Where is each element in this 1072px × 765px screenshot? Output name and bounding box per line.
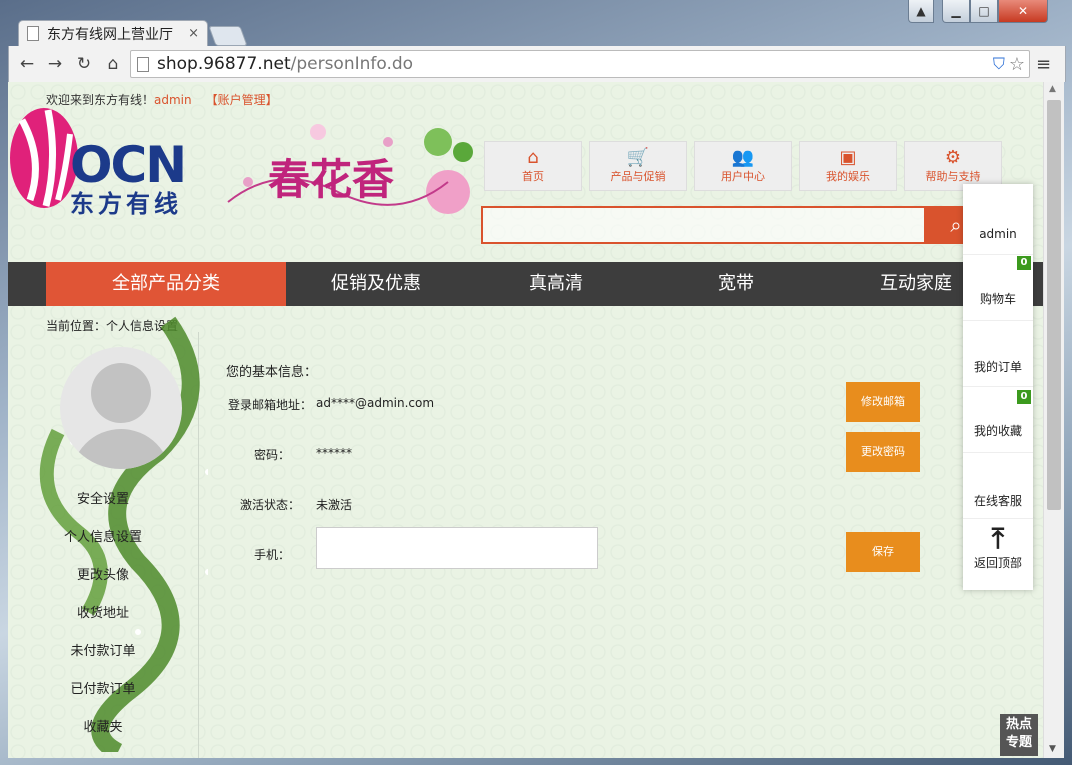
scroll-up-icon[interactable]: ▲ (1049, 84, 1056, 94)
topnav-home[interactable]: ⌂ 首页 (484, 141, 582, 191)
float-orders[interactable]: 我的订单 (963, 320, 1033, 387)
email-value: ad****@admin.com (316, 396, 435, 410)
banner-title: 春花香 (268, 155, 395, 204)
sidebar-item-change-avatar[interactable]: 更改头像 (8, 564, 198, 583)
cart-count-badge: 0 (1017, 256, 1031, 270)
avatar-head-shape (91, 363, 151, 423)
shield-icon[interactable]: ⛉ (993, 54, 1005, 74)
float-customer-service[interactable]: 在线客服 (963, 452, 1033, 519)
category-all-products[interactable]: 全部产品分类 (46, 262, 286, 306)
sidebar-item-paid-orders[interactable]: 已付款订单 (8, 678, 198, 697)
tab-title: 东方有线网上营业厅 (47, 26, 173, 43)
username-link[interactable]: admin (154, 93, 192, 107)
page-icon (27, 26, 39, 41)
new-tab-button[interactable] (208, 26, 248, 46)
reload-icon[interactable]: ↻ (73, 54, 95, 74)
account-management-link[interactable]: 【账户管理】 (206, 93, 278, 107)
hot-topic-line2: 专题 (1005, 735, 1032, 750)
address-bar[interactable]: shop.96877.net /personInfo.do ⛉ ☆ (130, 50, 1030, 78)
page-icon (137, 56, 149, 72)
window-controls: ▲ ▁ □ ✕ (908, 0, 1048, 24)
float-user[interactable]: admin (963, 184, 1033, 255)
tab-close-icon[interactable]: × (188, 26, 199, 41)
sidebar-item-address[interactable]: 收货地址 (8, 602, 198, 621)
password-value: ****** (316, 446, 352, 460)
hot-air-balloon-decoration (10, 108, 78, 208)
topnav-user-center[interactable]: 👥 用户中心 (694, 141, 792, 191)
float-favorites[interactable]: 0 我的收藏 (963, 386, 1033, 453)
close-window-button[interactable]: ✕ (998, 0, 1048, 23)
sidebar-item-unpaid-orders[interactable]: 未付款订单 (8, 640, 198, 659)
change-email-button[interactable]: 修改邮箱 (846, 382, 920, 422)
maximize-button[interactable]: □ (970, 0, 998, 23)
favorites-count-badge: 0 (1017, 390, 1031, 404)
activation-status-label: 激活状态： (239, 498, 300, 512)
topnav-products[interactable]: 🛒 产品与促销 (589, 141, 687, 191)
ocn-logo[interactable]: OCN 东方有线 (70, 136, 187, 219)
float-back-to-top[interactable]: ⤒ 返回顶部 (963, 518, 1033, 590)
page-scrollbar[interactable]: ▲ ▼ (1043, 82, 1064, 758)
category-broadband[interactable]: 宽带 (646, 262, 826, 306)
sidebar-item-favorites[interactable]: 收藏夹 (8, 716, 198, 735)
film-icon: ▣ (839, 147, 857, 168)
avatar-body-shape (71, 429, 171, 469)
welcome-bar: 欢迎来到东方有线！admin 【账户管理】 (46, 91, 278, 108)
phone-input[interactable] (316, 527, 598, 569)
bookmark-star-icon[interactable]: ☆ (1009, 54, 1025, 75)
arrow-up-icon: ⤒ (991, 522, 1005, 555)
email-label: 登录邮箱地址： (227, 398, 312, 412)
change-password-button[interactable]: 更改密码 (846, 432, 920, 472)
minimize-button[interactable]: ▁ (942, 0, 970, 23)
topnav-entertainment[interactable]: ▣ 我的娱乐 (799, 141, 897, 191)
back-arrow-icon[interactable]: ← (16, 54, 38, 74)
float-service-label: 在线客服 (973, 494, 1022, 508)
topnav-label: 用户中心 (721, 170, 765, 183)
section-title: 您的基本信息： (226, 365, 318, 380)
save-button[interactable]: 保存 (846, 532, 920, 572)
float-cart[interactable]: 0 购物车 (963, 254, 1033, 321)
forward-arrow-icon[interactable]: → (44, 54, 66, 74)
scrollbar-thumb[interactable] (1047, 100, 1061, 510)
spring-banner: 春花香 (218, 122, 478, 232)
search-icon: ⌕ (950, 213, 962, 237)
avatar[interactable] (60, 347, 182, 469)
topnav-label: 帮助与支持 (925, 170, 981, 183)
profile-button[interactable]: ▲ (908, 0, 934, 23)
browser-menu-icon[interactable]: ≡ (1036, 54, 1051, 75)
home-icon: ⌂ (527, 147, 539, 168)
cart-icon: 🛒 (626, 147, 650, 168)
hot-topic-button[interactable]: 热点 专题 (1000, 714, 1038, 756)
floating-side-panel: admin 0 购物车 我的订单 0 我的收藏 在线客服 ⤒ 返回顶部 (963, 184, 1033, 590)
category-hd[interactable]: 真高清 (466, 262, 646, 306)
activation-status-value: 未激活 (316, 498, 353, 512)
float-orders-label: 我的订单 (973, 360, 1022, 374)
category-promotions[interactable]: 促销及优惠 (286, 262, 466, 306)
logo-subtitle: 东方有线 (70, 190, 182, 218)
page-viewport: 欢迎来到东方有线！admin 【账户管理】 OCN 东方有线 春花香 ⌂ 首页 🛒 (8, 82, 1043, 758)
phone-label: 手机： (253, 548, 290, 562)
home-icon[interactable]: ⌂ (102, 54, 124, 74)
users-icon: 👥 (731, 147, 755, 168)
hot-topic-line1: 热点 (1005, 717, 1032, 732)
logo-mark: OCN (70, 136, 187, 194)
gear-icon: ⚙ (944, 147, 962, 168)
browser-tab[interactable]: 东方有线网上营业厅 × (18, 20, 208, 46)
url-path: /personInfo.do (290, 54, 414, 74)
float-top-label: 返回顶部 (973, 556, 1022, 570)
url-host: shop.96877.net (157, 54, 291, 74)
search-input[interactable] (481, 206, 926, 244)
topnav-label: 产品与促销 (610, 170, 666, 183)
sidebar-item-security[interactable]: 安全设置 (8, 488, 198, 507)
topnav-label: 我的娱乐 (826, 170, 870, 183)
sidebar-item-personal-info[interactable]: 个人信息设置 (8, 526, 198, 545)
password-label: 密码： (253, 448, 290, 462)
scroll-down-icon[interactable]: ▼ (1049, 744, 1056, 754)
topnav-label: 首页 (522, 170, 544, 183)
